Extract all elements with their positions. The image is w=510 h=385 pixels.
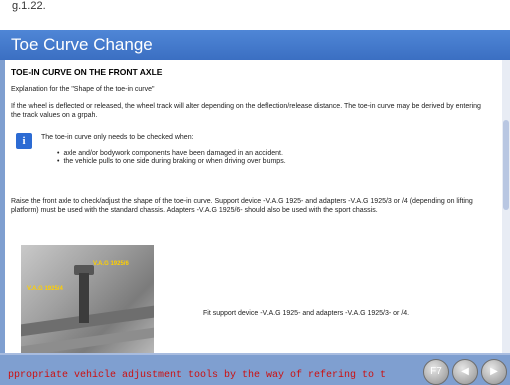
title-bar: Toe Curve Change	[0, 30, 510, 60]
top-strip: g.1.22.	[0, 0, 510, 30]
support-device-photo: V.A.G 1925/6 V.A.G 1925/4	[21, 245, 154, 353]
section-heading: TOE-IN CURVE ON THE FRONT AXLE	[11, 67, 163, 77]
scrollbar-thumb[interactable]	[503, 120, 509, 210]
info-icon: i	[16, 133, 32, 149]
window-title: Toe Curve Change	[11, 35, 153, 54]
info-lead-text: The toe-in curve only needs to be checke…	[41, 134, 194, 141]
ticker-text: ppropriate vehicle adjustment tools by t…	[8, 370, 387, 381]
list-item: the vehicle pulls to one side during bra…	[57, 158, 285, 166]
list-item: axle and/or bodywork components have bee…	[57, 150, 286, 158]
fit-instruction-text: Fit support device -V.A.G 1925- and adap…	[203, 310, 410, 317]
vertical-scrollbar[interactable]	[502, 60, 510, 353]
photo-label-adapter4: V.A.G 1925/4	[27, 286, 63, 292]
forward-arrow-icon[interactable]: ▶	[481, 359, 507, 385]
f7-button-icon[interactable]: F7	[423, 359, 449, 385]
paragraph-deflection: If the wheel is deflected or released, t…	[11, 103, 481, 119]
photo-support-post	[79, 273, 89, 323]
paragraph-raise-axle: Raise the front axle to check/adjust the…	[11, 198, 473, 214]
condition-list: axle and/or bodywork components have bee…	[57, 150, 286, 166]
app-window: Toe Curve Change TOE-IN CURVE ON THE FRO…	[0, 30, 510, 385]
explanation-text: Explanation for the "Shape of the toe-in…	[11, 86, 155, 93]
top-fragment-text: g.1.22.	[12, 0, 46, 12]
photo-label-adapter6: V.A.G 1925/6	[93, 261, 129, 267]
content-pane: TOE-IN CURVE ON THE FRONT AXLE Explanati…	[5, 60, 502, 353]
back-arrow-icon[interactable]: ◀	[452, 359, 478, 385]
